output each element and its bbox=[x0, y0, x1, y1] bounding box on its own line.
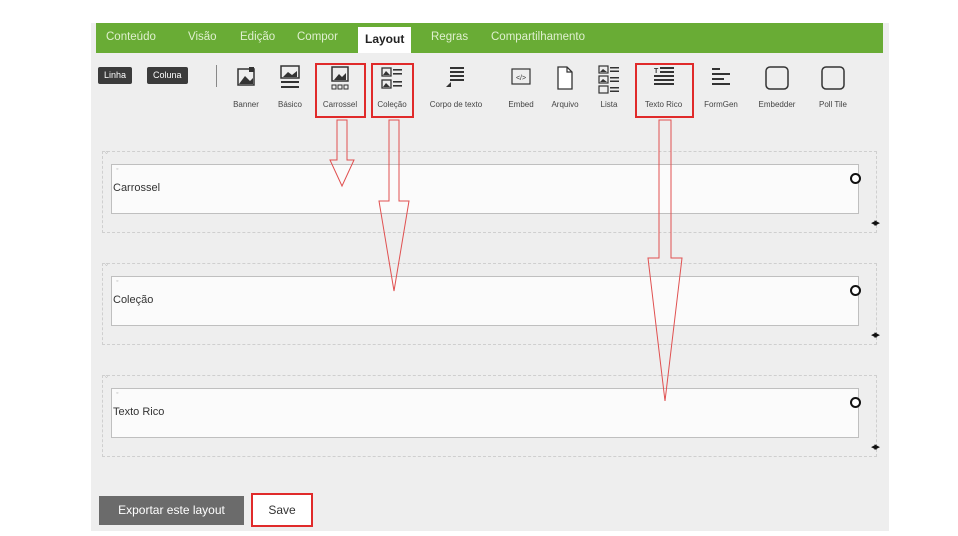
tile-title: Carrossel bbox=[113, 182, 161, 194]
add-column-button[interactable]: Coluna bbox=[147, 67, 188, 84]
tile-poll-label: Poll Tile bbox=[818, 100, 847, 109]
resize-arrows-icon[interactable]: ◂▸ bbox=[871, 328, 880, 341]
tab-regras[interactable]: Regras bbox=[431, 31, 468, 43]
tile-embed[interactable]: </> Embed bbox=[504, 65, 538, 115]
tile-basicos[interactable]: Básico bbox=[275, 65, 305, 115]
layout-row: ◦ ◦ Texto Rico ◂▸ bbox=[102, 372, 880, 457]
add-row-button[interactable]: Linha bbox=[98, 67, 133, 84]
tile-settings-icon[interactable] bbox=[850, 397, 861, 408]
layout-editor-panel: Conteúdo Visão Edição Compor Layout Regr… bbox=[91, 23, 889, 531]
file-icon bbox=[557, 66, 573, 90]
cell-handle[interactable]: ◦ bbox=[116, 278, 118, 285]
resize-arrows-icon[interactable]: ◂▸ bbox=[871, 440, 880, 453]
basic-tile-icon bbox=[280, 65, 300, 88]
svg-text:</>: </> bbox=[516, 75, 526, 82]
tile-settings-icon[interactable] bbox=[850, 285, 861, 296]
tab-bar: Conteúdo Visão Edição Compor Layout Regr… bbox=[96, 23, 883, 53]
tab-visao[interactable]: Visão bbox=[188, 31, 217, 43]
tile-arquivo[interactable]: Arquivo bbox=[547, 65, 583, 115]
poll-tile-icon bbox=[821, 66, 845, 90]
toolbar-separator bbox=[216, 65, 217, 87]
tile-banner-label: Banner bbox=[233, 100, 259, 109]
tile-title: Texto Rico bbox=[113, 406, 165, 418]
tile-settings-icon[interactable] bbox=[850, 173, 861, 184]
row-handle[interactable]: ◦ bbox=[105, 260, 108, 269]
highlight-texto-rico bbox=[635, 63, 694, 118]
highlight-colecao bbox=[371, 63, 414, 118]
tile-lista-label: Lista bbox=[600, 100, 618, 109]
layout-row: ◦ ◦ Carrossel ◂▸ bbox=[102, 148, 880, 233]
tile-title: Coleção bbox=[113, 294, 154, 306]
tile-banner[interactable]: Banner bbox=[227, 65, 265, 115]
cell-handle[interactable]: ◦ bbox=[116, 390, 118, 397]
layout-cell[interactable]: ◦ Texto Rico bbox=[111, 388, 861, 438]
resize-arrows-icon[interactable]: ◂▸ bbox=[871, 216, 880, 229]
row-handle[interactable]: ◦ bbox=[105, 372, 108, 381]
save-button[interactable]: Save bbox=[251, 493, 313, 527]
tab-layout[interactable]: Layout bbox=[358, 27, 412, 53]
embed-code-icon: </> bbox=[511, 68, 531, 85]
tab-conteudo[interactable]: Conteúdo bbox=[106, 31, 156, 43]
tile-embed-label: Embed bbox=[508, 100, 534, 109]
tile-basicos-label: Básico bbox=[277, 100, 302, 109]
tab-edicao[interactable]: Edição bbox=[240, 31, 275, 43]
row-handle[interactable]: ◦ bbox=[105, 148, 108, 157]
list-icon bbox=[598, 65, 619, 94]
export-layout-button[interactable]: Exportar este layout bbox=[99, 496, 244, 525]
cell-handle[interactable]: ◦ bbox=[116, 166, 118, 173]
tile-embedder[interactable]: Embedder bbox=[751, 65, 803, 115]
layout-cell[interactable]: ◦ Carrossel bbox=[111, 164, 861, 214]
tile-embedder-label: Embedder bbox=[758, 100, 796, 109]
tile-formgen-label: FormGen bbox=[704, 100, 738, 109]
tile-arquivo-label: Arquivo bbox=[551, 100, 579, 109]
text-body-icon bbox=[446, 67, 464, 87]
tab-compor[interactable]: Compor bbox=[297, 31, 338, 43]
tile-lista[interactable]: Lista bbox=[594, 65, 624, 115]
tile-corpo-de-texto[interactable]: Corpo de texto bbox=[421, 65, 491, 115]
layout-cell[interactable]: ◦ Coleção bbox=[111, 276, 861, 326]
tile-poll[interactable]: Poll Tile bbox=[811, 65, 855, 115]
highlight-carrossel bbox=[315, 63, 366, 118]
tile-formgen[interactable]: FormGen bbox=[696, 65, 746, 115]
embedder-icon bbox=[765, 66, 789, 90]
form-icon bbox=[712, 68, 730, 85]
banner-icon bbox=[237, 67, 255, 86]
tab-compartilhamento[interactable]: Compartilhamento bbox=[491, 31, 585, 43]
layout-row: ◦ ◦ Coleção ◂▸ bbox=[102, 260, 880, 345]
tile-corpo-label: Corpo de texto bbox=[429, 100, 483, 109]
